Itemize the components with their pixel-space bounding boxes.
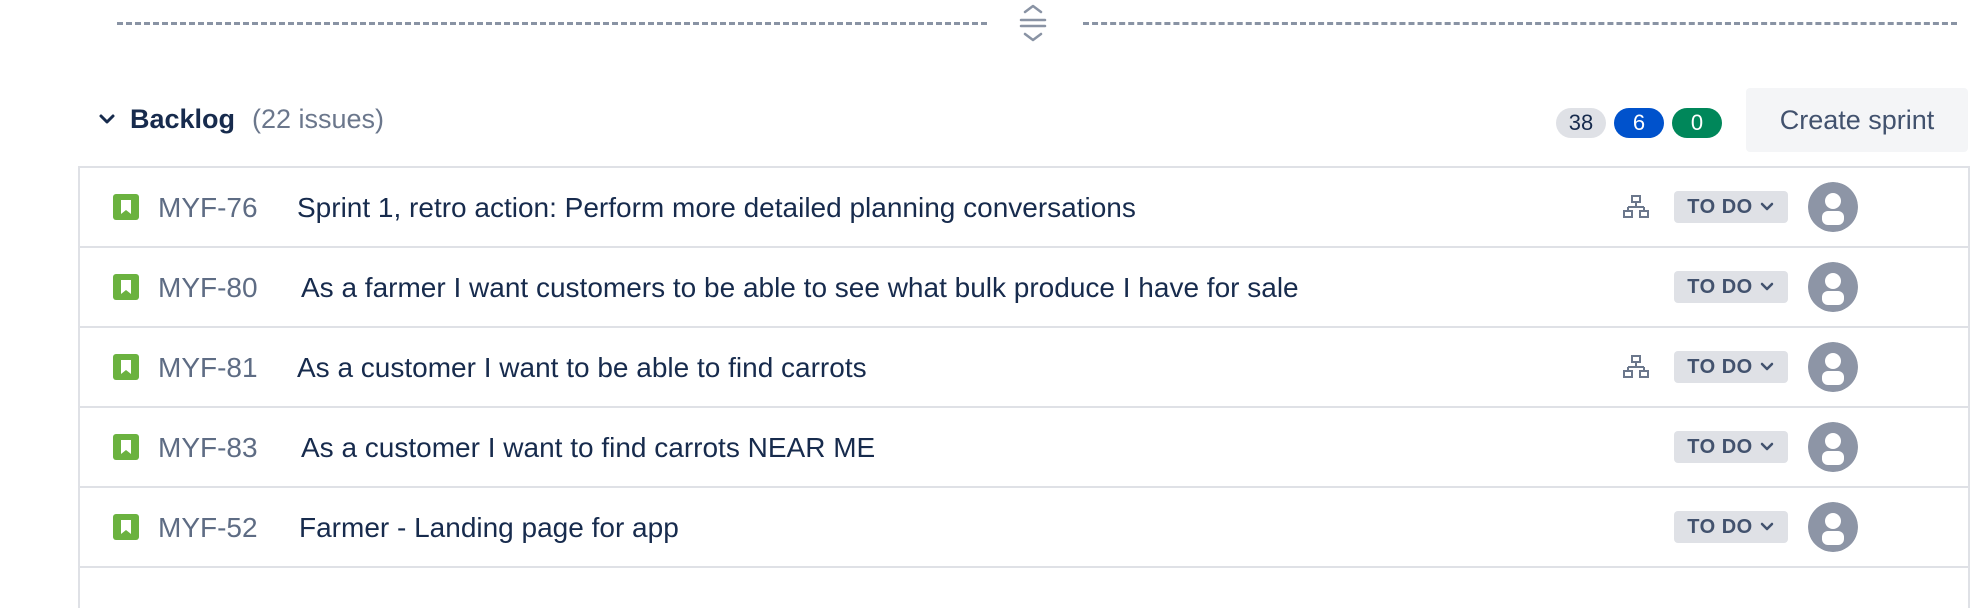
chevron-down-icon bbox=[1760, 282, 1773, 291]
issue-key[interactable]: MYF-52 bbox=[158, 512, 258, 544]
chevron-down-icon bbox=[1760, 442, 1773, 451]
divider-line-left bbox=[117, 22, 987, 25]
done-count-badge: 0 bbox=[1672, 108, 1722, 138]
chevron-down-icon bbox=[1760, 362, 1773, 371]
issue-key[interactable]: MYF-83 bbox=[158, 432, 258, 464]
drag-handle-icon[interactable] bbox=[1015, 4, 1051, 44]
backlog-issue-count: (22 issues) bbox=[252, 104, 385, 134]
status-label: TO DO bbox=[1687, 355, 1753, 378]
sprint-divider[interactable] bbox=[117, 4, 1957, 44]
issue-key[interactable]: MYF-76 bbox=[158, 192, 258, 224]
status-dropdown[interactable]: TO DO bbox=[1674, 431, 1788, 463]
issue-summary: As a customer I want to find carrots NEA… bbox=[301, 432, 876, 463]
status-dropdown[interactable]: TO DO bbox=[1674, 271, 1788, 303]
issue-row[interactable]: MYF-52 Farmer - Landing page for app TO … bbox=[80, 488, 1968, 568]
in-progress-count-badge: 6 bbox=[1614, 108, 1664, 138]
issue-row[interactable] bbox=[80, 568, 1968, 608]
chevron-down-icon[interactable] bbox=[96, 108, 118, 130]
chevron-down-icon bbox=[1760, 202, 1773, 211]
chevron-down-icon bbox=[1760, 522, 1773, 531]
unassigned-avatar-icon[interactable] bbox=[1808, 182, 1858, 232]
status-label: TO DO bbox=[1687, 515, 1753, 538]
issue-row[interactable]: MYF-76 Sprint 1, retro action: Perform m… bbox=[80, 168, 1968, 248]
divider-line-right bbox=[1083, 22, 1957, 25]
issue-key[interactable]: MYF-81 bbox=[158, 352, 258, 384]
todo-count-badge: 38 bbox=[1556, 108, 1606, 138]
status-dropdown[interactable]: TO DO bbox=[1674, 511, 1788, 543]
backlog-issue-list: MYF-76 Sprint 1, retro action: Perform m… bbox=[78, 166, 1970, 608]
status-label: TO DO bbox=[1687, 435, 1753, 458]
story-icon bbox=[113, 434, 139, 460]
story-icon bbox=[113, 274, 139, 300]
status-label: TO DO bbox=[1687, 275, 1753, 298]
backlog-title[interactable]: Backlog bbox=[130, 104, 235, 135]
unassigned-avatar-icon[interactable] bbox=[1808, 502, 1858, 552]
story-icon bbox=[113, 514, 139, 540]
issue-row[interactable]: MYF-81 As a customer I want to be able t… bbox=[80, 328, 1968, 408]
unassigned-avatar-icon[interactable] bbox=[1808, 262, 1858, 312]
issue-summary: Sprint 1, retro action: Perform more det… bbox=[297, 192, 1136, 223]
status-counters: 38 6 0 bbox=[1556, 108, 1722, 138]
create-sprint-button[interactable]: Create sprint bbox=[1746, 88, 1968, 152]
issue-summary: As a customer I want to be able to find … bbox=[297, 352, 867, 383]
issue-row[interactable]: MYF-80 As a farmer I want customers to b… bbox=[80, 248, 1968, 328]
issue-summary: As a farmer I want customers to be able … bbox=[301, 272, 1299, 303]
issue-summary: Farmer - Landing page for app bbox=[299, 512, 679, 543]
story-icon bbox=[113, 354, 139, 380]
unassigned-avatar-icon[interactable] bbox=[1808, 342, 1858, 392]
status-dropdown[interactable]: TO DO bbox=[1674, 191, 1788, 223]
issue-key[interactable]: MYF-80 bbox=[158, 272, 258, 304]
issue-row[interactable]: MYF-83 As a customer I want to find carr… bbox=[80, 408, 1968, 488]
status-dropdown[interactable]: TO DO bbox=[1674, 351, 1788, 383]
status-label: TO DO bbox=[1687, 195, 1753, 218]
backlog-header: Backlog (22 issues) 38 6 0 Create sprint bbox=[92, 88, 1968, 152]
child-issues-icon[interactable] bbox=[1623, 354, 1649, 380]
unassigned-avatar-icon[interactable] bbox=[1808, 422, 1858, 472]
story-icon bbox=[113, 194, 139, 220]
child-issues-icon[interactable] bbox=[1623, 194, 1649, 220]
